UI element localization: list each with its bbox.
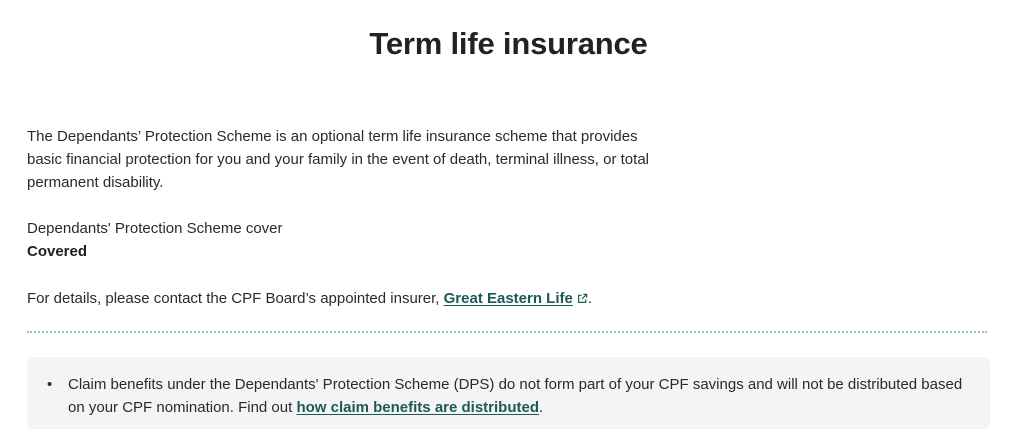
bullet-marker: • [47, 376, 53, 393]
page-title: Term life insurance [369, 26, 648, 61]
insurer-contact-text: For details, please contact the CPF Boar… [27, 287, 592, 311]
claim-benefits-note: Claim benefits under the Dependants' Pro… [68, 373, 968, 419]
insurer-contact-suffix: . [587, 290, 593, 307]
section-divider [27, 331, 987, 333]
cover-status: Covered [27, 243, 88, 260]
note-suffix: . [539, 399, 544, 416]
external-link-icon[interactable] [577, 288, 588, 311]
scheme-description: The Dependants’ Protection Scheme is an … [27, 128, 649, 191]
cover-label: Dependants' Protection Scheme cover [27, 220, 283, 237]
great-eastern-life-link[interactable]: Great Eastern Life [444, 290, 573, 307]
insurer-contact-prefix: For details, please contact the CPF Boar… [27, 290, 444, 307]
claim-benefits-distribution-link[interactable]: how claim benefits are distributed [296, 399, 539, 416]
